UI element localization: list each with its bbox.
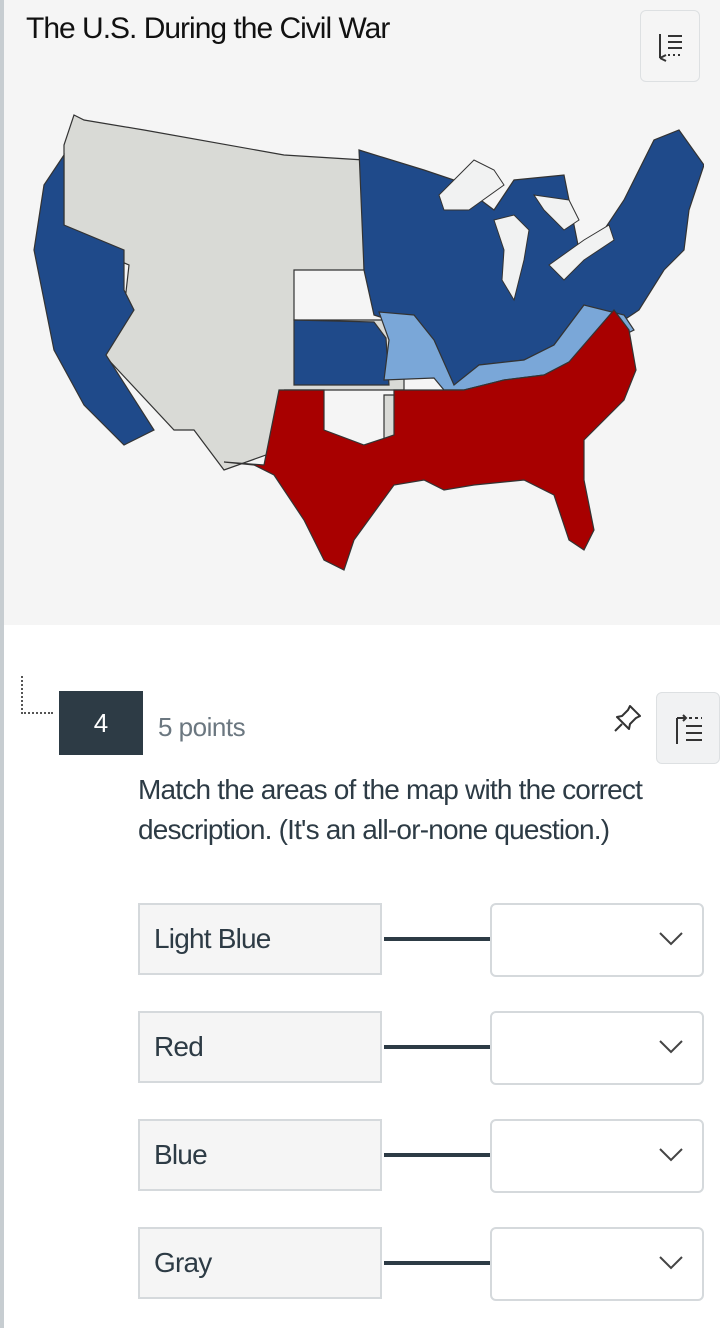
match-select[interactable] [490,1119,704,1193]
chevron-down-icon [659,932,683,946]
map-region-blue-kansas [293,319,390,386]
match-prompt: Blue [138,1119,382,1191]
match-connector [384,937,490,941]
match-prompt: Red [138,1011,382,1083]
question-menu-button[interactable] [656,692,720,764]
match-connector [384,1153,490,1157]
match-connector [384,1261,490,1265]
list-indent-icon [659,34,682,62]
match-row: Red [138,1011,706,1087]
match-row: Light Blue [138,903,706,979]
match-select[interactable] [490,903,704,977]
question-number: 4 [59,691,143,755]
match-prompt: Light Blue [138,903,382,975]
us-civil-war-map [33,114,704,571]
question-marker [21,676,53,714]
match-connector [384,1045,490,1049]
match-prompt: Gray [138,1227,382,1299]
list-indent-icon [676,714,702,744]
chevron-down-icon [659,1040,683,1054]
chevron-down-icon [659,1148,683,1162]
question-text: Match the areas of the map with the corr… [138,774,643,845]
match-row: Gray [138,1227,706,1303]
chevron-down-icon [659,1256,683,1270]
map-panel: The U.S. During the Civil War [4,0,720,625]
pin-icon[interactable] [612,702,644,734]
match-select[interactable] [490,1011,704,1085]
question-points: 5 points [158,712,246,742]
page-title: The U.S. During the Civil War [26,12,390,45]
match-row: Blue [138,1119,706,1195]
match-select[interactable] [490,1227,704,1301]
toggle-button[interactable] [640,10,700,82]
